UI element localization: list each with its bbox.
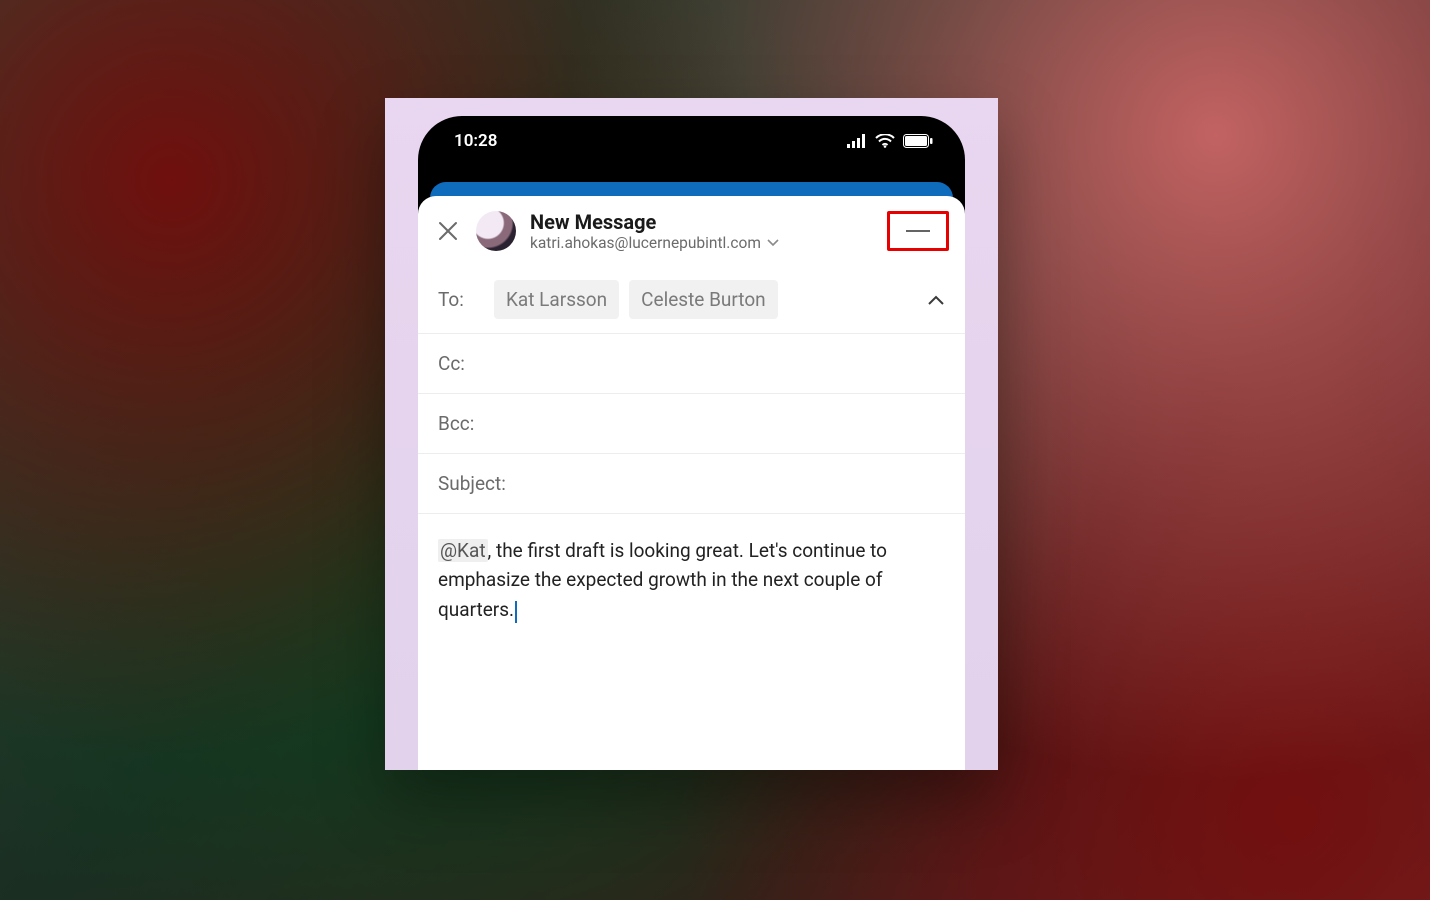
status-bar: 10:28 [418, 116, 965, 166]
recipient-chip[interactable]: Celeste Burton [629, 280, 778, 319]
status-icons [847, 134, 933, 148]
battery-icon [903, 134, 933, 148]
avatar [476, 211, 516, 251]
bcc-label: Bcc: [438, 412, 484, 435]
to-row[interactable]: To: Kat Larsson Celeste Burton [418, 266, 965, 333]
compose-header: New Message katri.ahokas@lucernepubintl.… [418, 196, 965, 266]
cc-row[interactable]: Cc: [418, 333, 965, 393]
chevron-down-icon [767, 238, 779, 248]
mention-chip[interactable]: @Kat [438, 539, 488, 562]
screenshot-frame: 10:28 New Message [385, 98, 998, 770]
from-email: katri.ahokas@lucernepubintl.com [530, 234, 761, 252]
subject-label: Subject: [438, 472, 520, 495]
compose-sheet: New Message katri.ahokas@lucernepubintl.… [418, 196, 965, 770]
bcc-row[interactable]: Bcc: [418, 393, 965, 453]
minimize-icon [906, 230, 930, 232]
cc-label: Cc: [438, 352, 484, 375]
compose-title-block: New Message katri.ahokas@lucernepubintl.… [530, 210, 873, 252]
text-caret [515, 601, 517, 623]
compose-body[interactable]: @Kat, the first draft is looking great. … [418, 513, 965, 644]
collapse-recipients-button[interactable] [927, 288, 945, 311]
minimize-button[interactable] [887, 211, 949, 251]
from-account[interactable]: katri.ahokas@lucernepubintl.com [530, 234, 873, 252]
subject-row[interactable]: Subject: [418, 453, 965, 513]
signal-icon [847, 134, 867, 148]
to-label: To: [438, 288, 484, 311]
body-text: , the first draft is looking great. Let'… [438, 539, 887, 621]
status-time: 10:28 [454, 131, 497, 151]
chevron-up-icon [927, 294, 945, 306]
recipient-chip[interactable]: Kat Larsson [494, 280, 619, 319]
phone-body: 10:28 New Message [418, 116, 965, 770]
close-button[interactable] [434, 217, 462, 245]
close-icon [437, 220, 459, 242]
compose-title: New Message [530, 210, 873, 234]
wifi-icon [875, 134, 895, 148]
